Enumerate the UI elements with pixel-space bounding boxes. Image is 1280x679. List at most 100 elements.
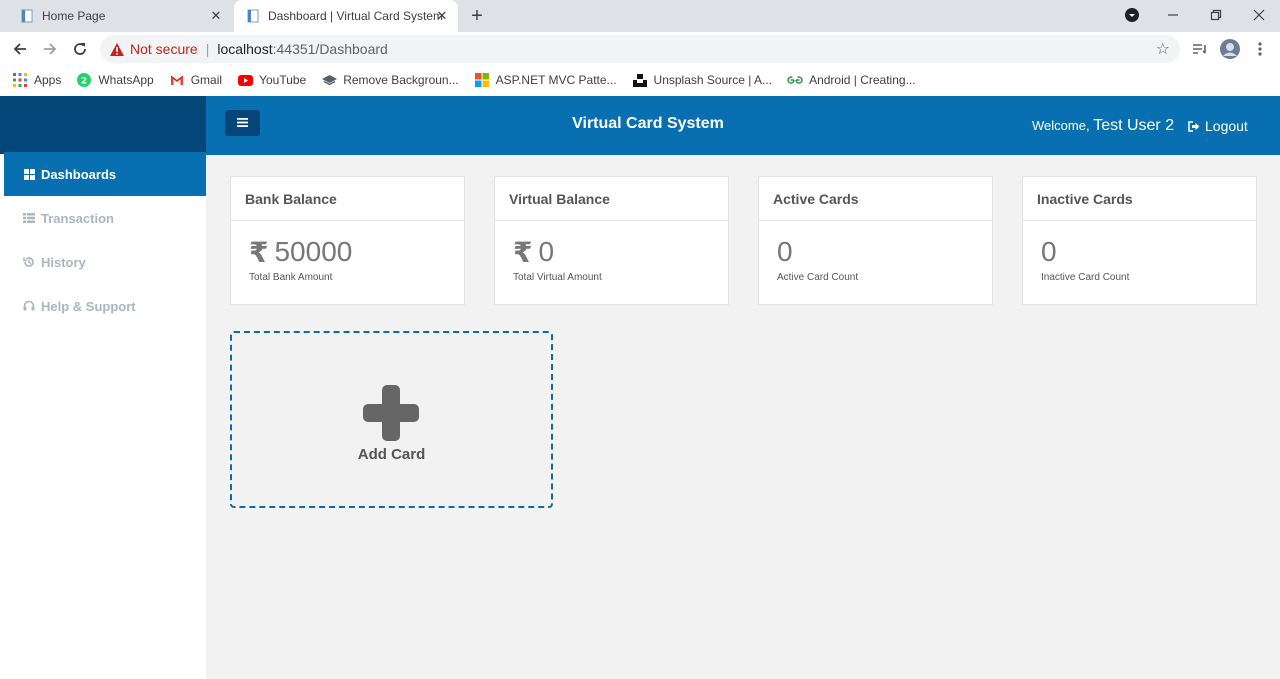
browser-tabstrip: Home Page ✕ Dashboard | Virtual Card Sys…	[0, 0, 1280, 32]
gmail-icon	[169, 72, 185, 88]
tab-title: Dashboard | Virtual Card System	[268, 9, 443, 23]
sidebar-item-label: Dashboards	[41, 166, 117, 182]
card-amount: 0	[1041, 236, 1057, 267]
plus-icon	[363, 385, 419, 446]
app: Dashboards Transaction History Help & Su…	[0, 96, 1280, 679]
sidebar-item-dashboards[interactable]: Dashboards	[4, 152, 206, 196]
card-subtitle: Total Virtual Amount	[513, 272, 602, 283]
grid-icon	[23, 168, 35, 180]
bookmark-apps[interactable]: Apps	[12, 72, 61, 88]
logout-label: Logout	[1205, 118, 1248, 134]
address-path: :44351/Dashboard	[272, 41, 388, 57]
close-icon[interactable]: ✕	[208, 8, 224, 24]
not-secure-label[interactable]: Not secure	[130, 41, 198, 57]
geeksforgeeks-icon	[787, 72, 803, 88]
reading-list-icon[interactable]	[1188, 37, 1212, 61]
bookmark-gmail[interactable]: Gmail	[169, 72, 222, 88]
card-amount: 0	[777, 236, 793, 267]
card-subtitle: Total Bank Amount	[249, 272, 333, 283]
window-close-icon[interactable]	[1237, 0, 1280, 30]
list-icon	[23, 212, 35, 224]
bookmark-label: Remove Backgroun...	[343, 73, 459, 87]
card-amount: 50000	[274, 236, 353, 267]
card-value: 0	[777, 235, 992, 269]
more-menu-icon[interactable]	[1248, 37, 1272, 61]
profile-menu-icon[interactable]	[1110, 0, 1154, 30]
add-card-button[interactable]: Add Card	[230, 331, 553, 508]
minimize-icon[interactable]	[1151, 0, 1195, 30]
unsplash-icon	[632, 72, 648, 88]
bank-balance-card: Bank Balance ₹ 50000 Total Bank Amount	[230, 176, 465, 305]
reload-icon[interactable]	[68, 37, 92, 61]
sidebar: Dashboards Transaction History Help & Su…	[0, 96, 206, 679]
rupee-icon: ₹	[249, 236, 269, 268]
warning-icon[interactable]	[110, 42, 124, 56]
card-title: Inactive Cards	[1023, 177, 1256, 221]
bookmark-label: Android | Creating...	[809, 73, 916, 87]
bookmark-youtube[interactable]: YouTube	[237, 72, 306, 88]
sidebar-header	[0, 96, 206, 154]
address-bar[interactable]: Not secure | localhost :44351/Dashboard …	[100, 35, 1180, 63]
card-title: Bank Balance	[231, 177, 464, 221]
remove-bg-icon	[321, 72, 337, 88]
sidebar-item-transaction[interactable]: Transaction	[4, 196, 206, 240]
welcome-prefix: Welcome,	[1032, 118, 1090, 133]
address-separator: |	[205, 41, 210, 57]
sign-out-icon	[1188, 120, 1200, 132]
forward-icon[interactable]	[38, 37, 62, 61]
sidebar-item-label: History	[41, 254, 86, 270]
card-subtitle: Active Card Count	[777, 272, 859, 283]
card-value: ₹ 50000	[249, 235, 464, 269]
card-subtitle: Inactive Card Count	[1041, 272, 1130, 283]
restore-icon[interactable]	[1194, 0, 1238, 30]
page-icon	[246, 9, 260, 23]
new-tab-icon[interactable]: +	[466, 6, 488, 28]
bookmark-label: Gmail	[190, 73, 223, 87]
card-amount: 0	[538, 236, 555, 267]
whatsapp-icon: 2	[76, 72, 92, 88]
inactive-cards-card: Inactive Cards 0 Inactive Card Count	[1022, 176, 1257, 305]
sidebar-item-help-support[interactable]: Help & Support	[4, 284, 206, 328]
headset-icon	[23, 300, 35, 312]
bookmark-label: ASP.NET MVC Patte...	[495, 73, 617, 87]
tab-dashboard[interactable]: Dashboard | Virtual Card System ✕	[234, 0, 458, 32]
tab-home-page[interactable]: Home Page ✕	[8, 0, 232, 32]
bookmark-label: YouTube	[259, 73, 307, 87]
youtube-icon	[237, 72, 253, 88]
bookmarks-bar: Apps 2 WhatsApp Gmail YouTube Remove Bac…	[0, 66, 1280, 94]
sidebar-item-history[interactable]: History	[4, 240, 206, 284]
top-navbar: Virtual Card System Welcome, Test User 2…	[206, 96, 1280, 155]
bookmark-label: WhatsApp	[98, 73, 154, 87]
bookmark-star-icon[interactable]: ☆	[1156, 39, 1170, 59]
sidebar-item-label: Transaction	[41, 210, 114, 226]
virtual-balance-card: Virtual Balance ₹ 0 Total Virtual Amount	[494, 176, 729, 305]
logout-button[interactable]: Logout	[1188, 118, 1248, 134]
bookmark-remove-bg[interactable]: Remove Backgroun...	[321, 72, 459, 88]
sidebar-item-label: Help & Support	[41, 298, 136, 314]
bookmark-aspnet[interactable]: ASP.NET MVC Patte...	[474, 72, 617, 88]
tab-title: Home Page	[42, 9, 106, 23]
bookmark-label: Unsplash Source | A...	[653, 73, 773, 87]
bookmark-unsplash[interactable]: Unsplash Source | A...	[632, 72, 773, 88]
main-content: Virtual Card System Welcome, Test User 2…	[206, 96, 1280, 679]
bookmark-label: Apps	[34, 73, 62, 87]
svg-text:2: 2	[81, 77, 87, 87]
apps-grid-icon	[12, 72, 28, 88]
add-card-label: Add Card	[357, 446, 426, 463]
microsoft-icon	[474, 72, 490, 88]
bookmark-android[interactable]: Android | Creating...	[787, 72, 916, 88]
welcome-message: Welcome, Test User 2	[1032, 117, 1174, 135]
bookmark-whatsapp[interactable]: 2 WhatsApp	[76, 72, 154, 88]
card-value: 0	[1041, 235, 1256, 269]
card-title: Active Cards	[759, 177, 992, 221]
history-icon	[23, 256, 35, 268]
rupee-icon: ₹	[513, 236, 533, 268]
user-name: Test User 2	[1093, 117, 1175, 134]
card-title: Virtual Balance	[495, 177, 728, 221]
address-host: localhost	[217, 41, 273, 57]
avatar[interactable]	[1218, 37, 1242, 61]
page-icon	[20, 9, 34, 23]
back-icon[interactable]	[8, 37, 32, 61]
app-title: Virtual Card System	[572, 115, 724, 132]
close-icon[interactable]: ✕	[434, 8, 450, 24]
